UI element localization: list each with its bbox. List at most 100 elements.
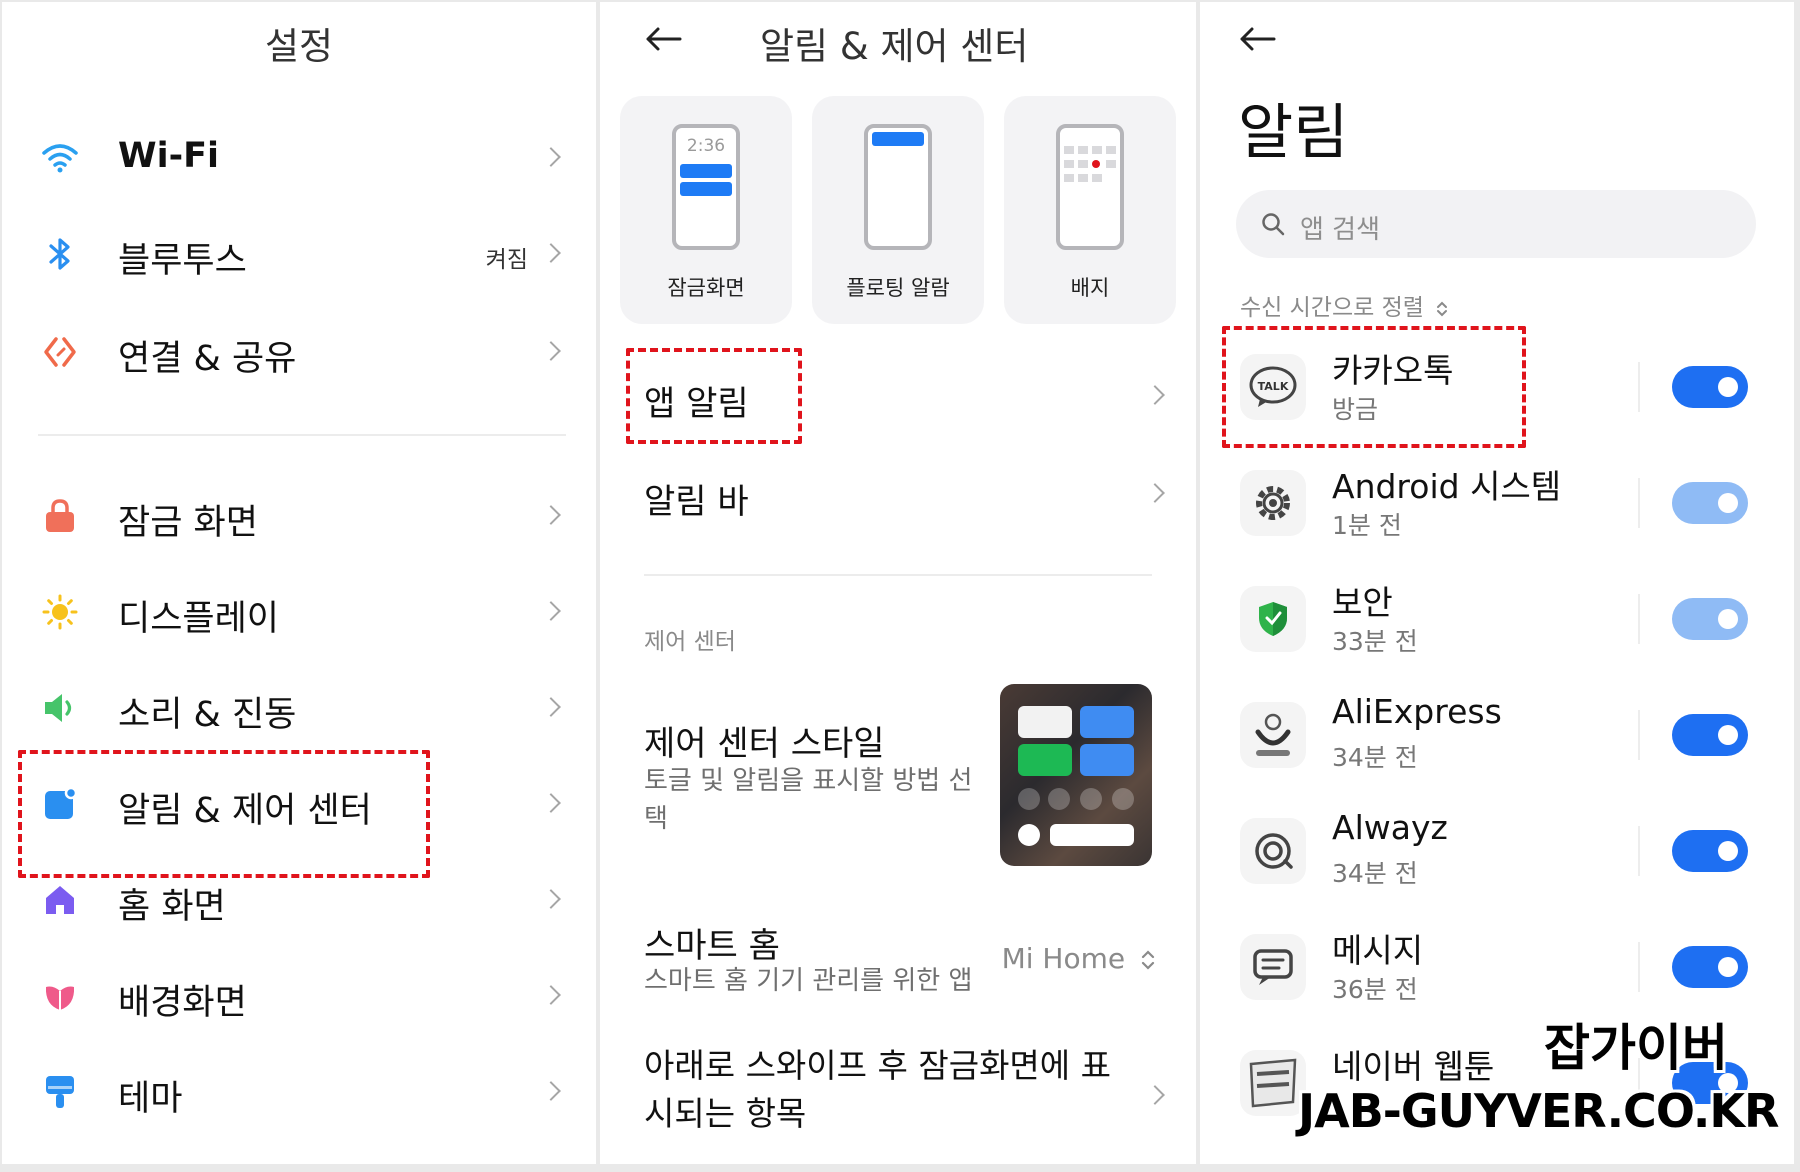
chevron-right-icon bbox=[541, 1081, 561, 1101]
app-row-aliexpress[interactable]: AliExpress 34분 전 bbox=[1200, 676, 1794, 792]
preview-tile bbox=[1080, 706, 1134, 738]
notification-toggle[interactable] bbox=[1672, 946, 1748, 988]
app-time: 34분 전 bbox=[1332, 743, 1418, 772]
back-arrow-icon[interactable] bbox=[644, 24, 684, 54]
wifi-icon bbox=[42, 140, 78, 176]
highlight-box bbox=[18, 750, 430, 878]
settings-item-label: 연결 & 공유 bbox=[118, 339, 297, 379]
app-row-security[interactable]: 보안 33분 전 bbox=[1200, 560, 1794, 676]
updown-chevron-icon bbox=[1437, 301, 1448, 316]
message-icon bbox=[1240, 934, 1306, 1000]
back-arrow-icon[interactable] bbox=[1238, 24, 1278, 54]
preview-tile bbox=[1080, 744, 1134, 776]
alwayz-icon bbox=[1240, 818, 1306, 884]
separator bbox=[1638, 362, 1640, 412]
separator bbox=[1638, 710, 1640, 760]
separator bbox=[1638, 942, 1640, 992]
sort-label: 수신 시간으로 정렬 bbox=[1240, 295, 1424, 321]
page-title: 설정 bbox=[264, 25, 334, 68]
app-name: 네이버 웹툰 bbox=[1332, 1047, 1495, 1086]
control-center-preview-image bbox=[1000, 684, 1152, 866]
app-time: 36분 전 bbox=[1332, 975, 1418, 1004]
notification-bar-icon bbox=[680, 182, 732, 196]
updown-chevron-icon bbox=[1141, 950, 1155, 970]
swipe-down-lock-screen-item[interactable]: 아래로 스와이프 후 잠금화면에 표시되는 항목 bbox=[600, 1042, 1196, 1152]
menu-subtitle: 토글 및 알림을 표시할 방법 선택 bbox=[644, 766, 973, 834]
card-label: 배지 bbox=[1070, 276, 1110, 300]
app-notifications-panel: 알림 앱 검색 수신 시간으로 정렬 TALK 카카오톡 방금 Android … bbox=[1200, 2, 1794, 1164]
settings-item-label: 테마 bbox=[118, 1079, 183, 1119]
chevron-right-icon bbox=[541, 985, 561, 1005]
separator bbox=[1638, 826, 1640, 876]
preview-dot bbox=[1018, 824, 1040, 846]
app-name: AliExpress bbox=[1332, 692, 1502, 731]
settings-item-sound[interactable]: 소리 & 진동 bbox=[2, 668, 596, 748]
notification-bar-icon bbox=[680, 164, 732, 178]
separator bbox=[1638, 594, 1640, 644]
settings-item-label: 홈 화면 bbox=[118, 887, 226, 927]
app-name: 보안 bbox=[1332, 583, 1393, 622]
smart-home-value[interactable]: Mi Home bbox=[1002, 942, 1156, 975]
notification-bar-item[interactable]: 알림 바 bbox=[600, 452, 1196, 538]
menu-label: 아래로 스와이프 후 잠금화면에 표시되는 항목 bbox=[644, 1046, 1111, 1133]
toggle-knob bbox=[1718, 609, 1738, 629]
connection-share-icon bbox=[42, 334, 78, 370]
settings-item-wifi[interactable]: Wi-Fi bbox=[2, 118, 596, 198]
notification-toggle[interactable] bbox=[1672, 714, 1748, 756]
watermark-url: JAB-GUYVER.CO.KR bbox=[1298, 1084, 1779, 1138]
app-row-alwayz[interactable]: Alwayz 34분 전 bbox=[1200, 792, 1794, 908]
chevron-right-icon bbox=[541, 793, 561, 813]
settings-item-connection-share[interactable]: 연결 & 공유 bbox=[2, 312, 596, 392]
section-header: 제어 센터 bbox=[644, 629, 736, 655]
preview-slider bbox=[1050, 824, 1134, 846]
preview-dot bbox=[1018, 788, 1040, 810]
settings-item-bluetooth[interactable]: 블루투스 켜짐 bbox=[2, 214, 596, 294]
card-label: 잠금화면 bbox=[667, 276, 745, 300]
chevron-right-icon bbox=[541, 147, 561, 167]
chevron-right-icon bbox=[1145, 483, 1165, 503]
chevron-right-icon bbox=[541, 243, 561, 263]
menu-label: 알림 바 bbox=[644, 482, 749, 522]
notification-toggle[interactable] bbox=[1672, 482, 1748, 524]
settings-item-lock-screen[interactable]: 잠금 화면 bbox=[2, 476, 596, 556]
aliexpress-icon bbox=[1240, 702, 1306, 768]
app-row-messages[interactable]: 메시지 36분 전 bbox=[1200, 908, 1794, 1024]
settings-item-display[interactable]: 디스플레이 bbox=[2, 572, 596, 652]
app-name: Alwayz bbox=[1332, 808, 1448, 847]
settings-item-label: Wi-Fi bbox=[118, 136, 220, 176]
notification-center-panel: 알림 & 제어 센터 2:36 잠금화면 플로팅 알람 배지 앱 알림 알림 바… bbox=[600, 2, 1196, 1164]
notification-toggle[interactable] bbox=[1672, 830, 1748, 872]
settings-item-label: 디스플레이 bbox=[118, 599, 280, 639]
floating-notification-card[interactable]: 플로팅 알람 bbox=[812, 96, 984, 324]
speaker-icon bbox=[42, 690, 78, 726]
search-placeholder: 앱 검색 bbox=[1300, 215, 1381, 245]
naver-webtoon-icon bbox=[1240, 1050, 1306, 1116]
theme-brush-icon bbox=[42, 1074, 78, 1110]
toggle-knob bbox=[1718, 377, 1738, 397]
notification-toggle[interactable] bbox=[1672, 598, 1748, 640]
chevron-right-icon bbox=[541, 889, 561, 909]
notification-toggle[interactable] bbox=[1672, 366, 1748, 408]
highlight-box bbox=[1222, 326, 1526, 448]
search-icon bbox=[1262, 213, 1285, 236]
app-row-android-system[interactable]: Android 시스템 1분 전 bbox=[1200, 444, 1794, 560]
badge-card[interactable]: 배지 bbox=[1004, 96, 1176, 324]
lock-screen-style-card[interactable]: 2:36 잠금화면 bbox=[620, 96, 792, 324]
settings-item-wallpaper[interactable]: 배경화면 bbox=[2, 956, 596, 1036]
divider bbox=[38, 434, 566, 436]
sun-icon bbox=[42, 594, 78, 630]
settings-item-theme[interactable]: 테마 bbox=[2, 1052, 596, 1132]
screenshot-frame: 설정 Wi-Fi 블루투스 켜짐 연결 & 공유 잠금 화면 디스플레이 소리 … bbox=[0, 0, 1800, 1172]
search-input[interactable]: 앱 검색 bbox=[1236, 190, 1756, 258]
sort-selector[interactable]: 수신 시간으로 정렬 bbox=[1240, 288, 1449, 322]
settings-item-label: 잠금 화면 bbox=[118, 503, 258, 543]
security-shield-icon bbox=[1240, 586, 1306, 652]
lock-icon bbox=[42, 498, 78, 534]
preview-clock: 2:36 bbox=[686, 136, 726, 156]
page-title: 알림 bbox=[1238, 98, 1349, 168]
toggle-knob bbox=[1718, 957, 1738, 977]
card-label: 플로팅 알람 bbox=[846, 276, 950, 300]
app-time: 33분 전 bbox=[1332, 627, 1418, 656]
app-time: 1분 전 bbox=[1332, 511, 1402, 540]
android-system-gear-icon bbox=[1240, 470, 1306, 536]
